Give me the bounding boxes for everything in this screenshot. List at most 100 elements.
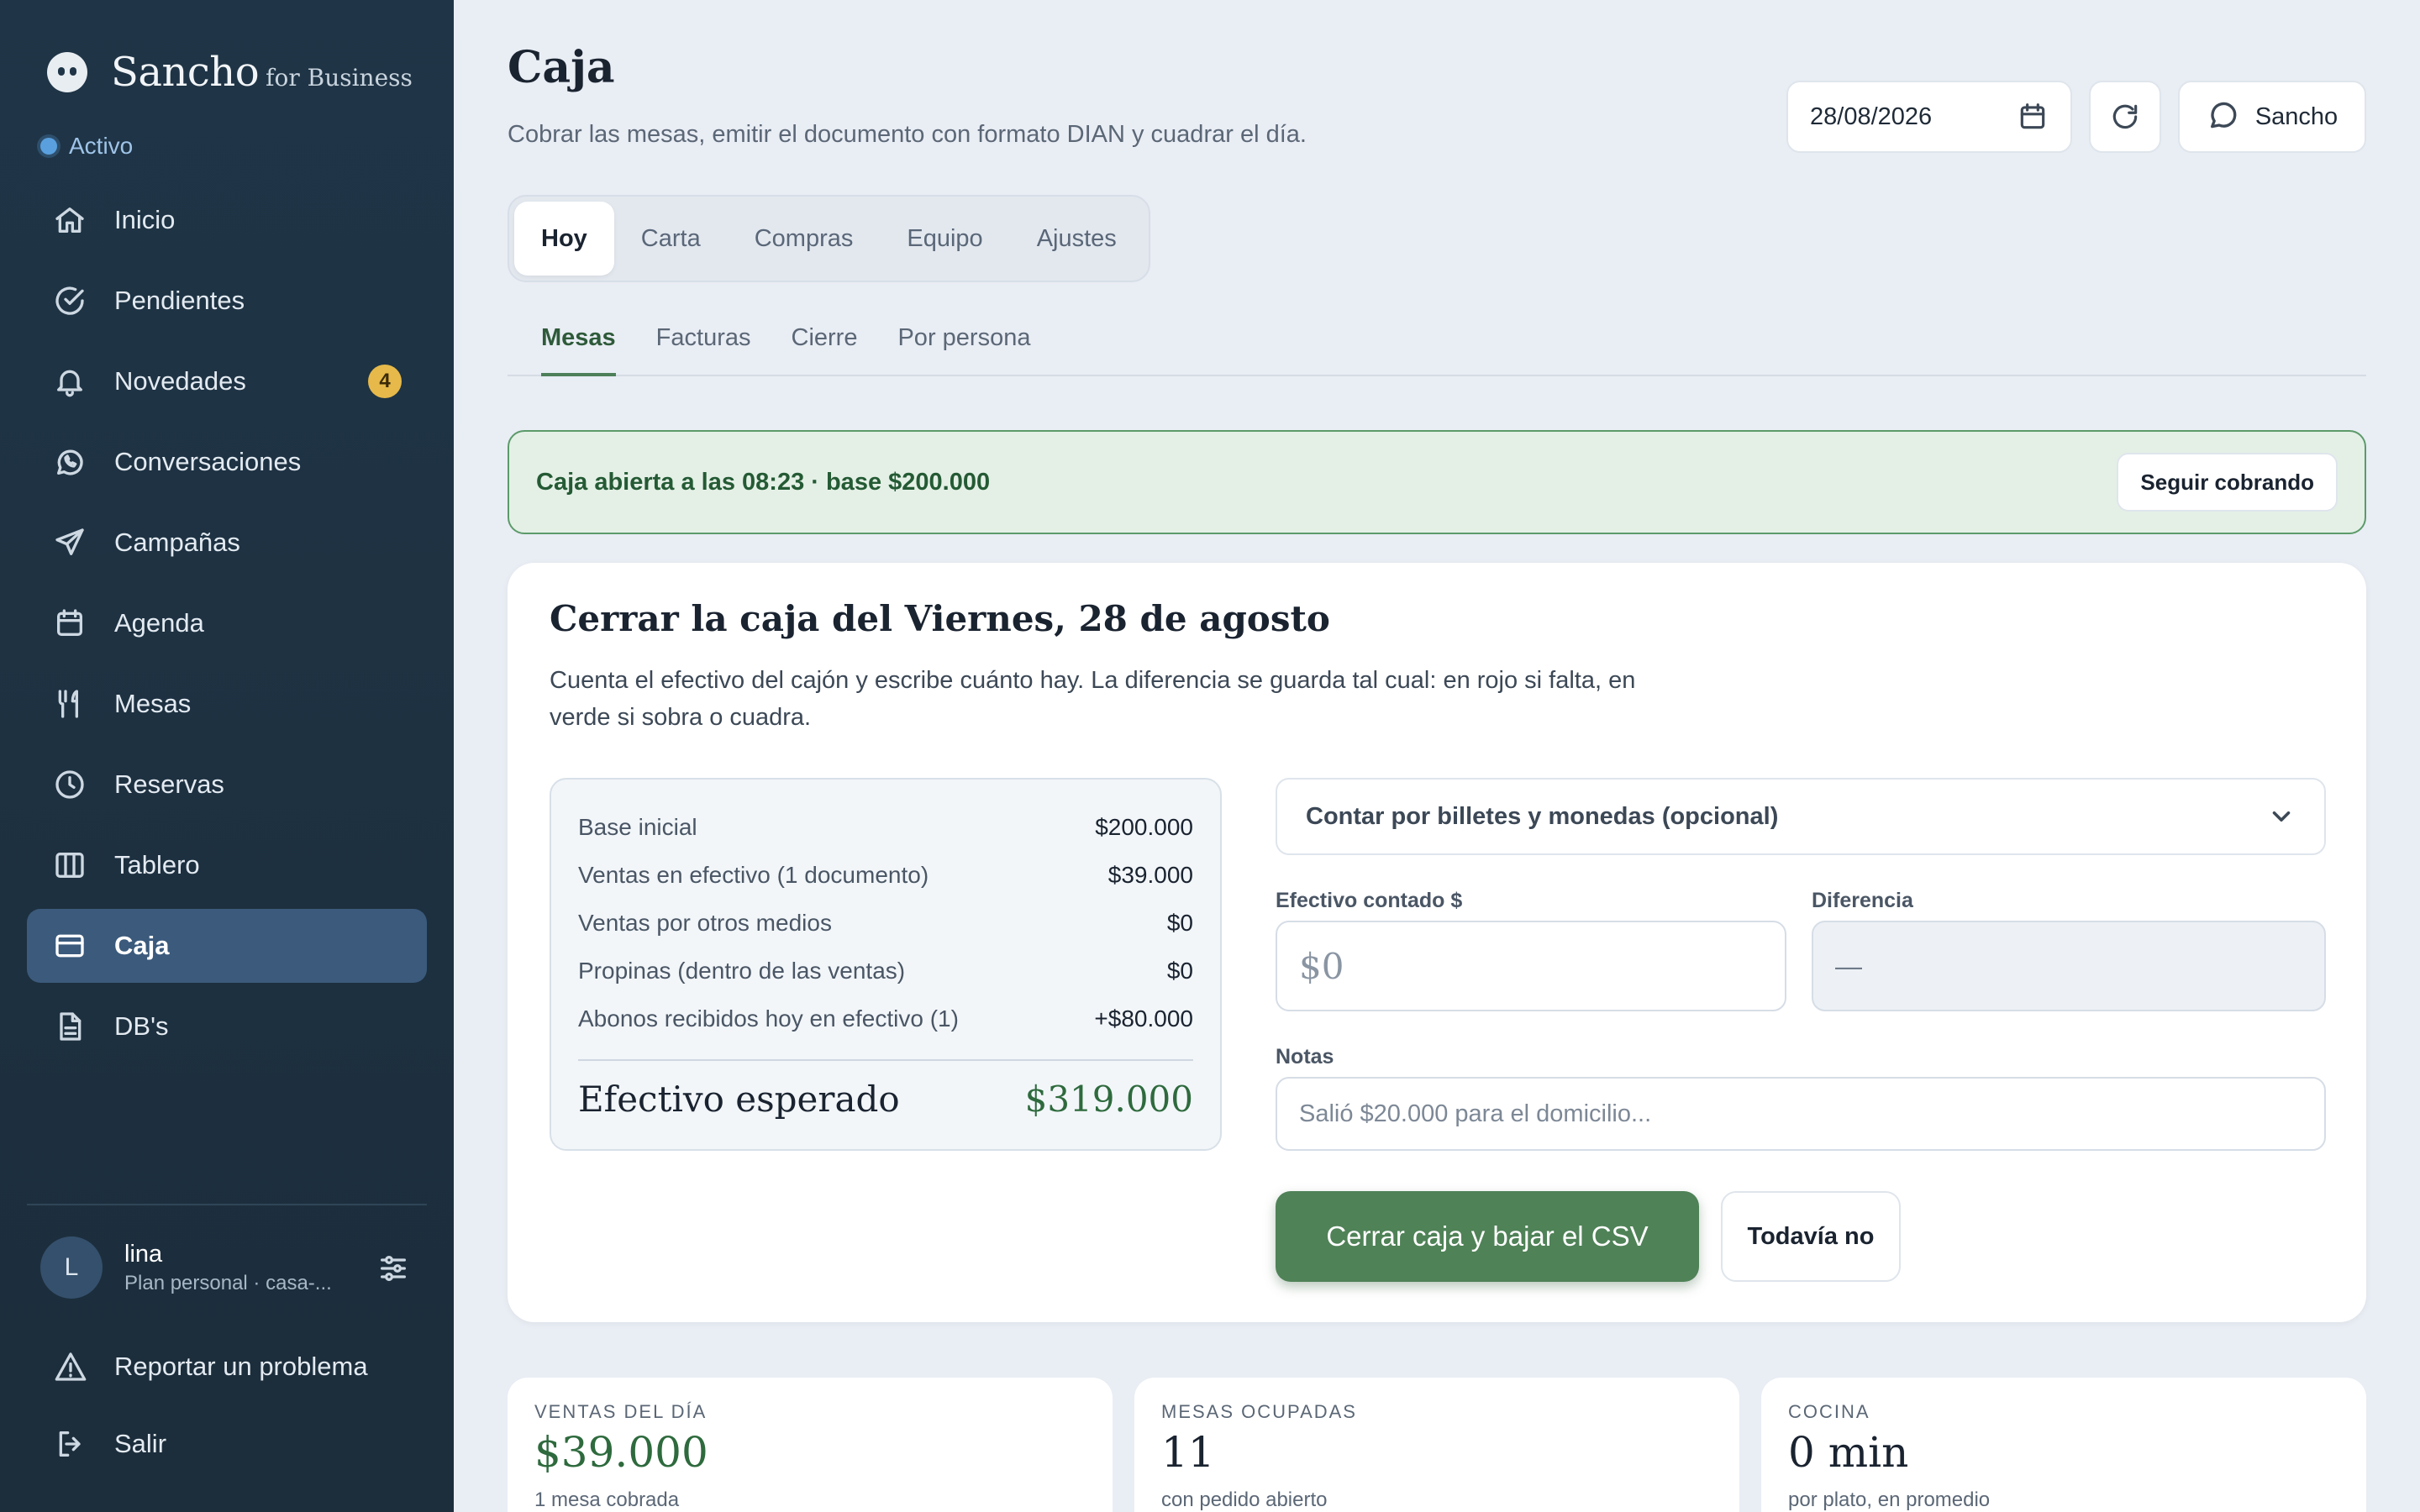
- stat-sub: 1 mesa cobrada: [534, 1488, 680, 1511]
- status-label: Activo: [69, 133, 134, 159]
- not-yet-button[interactable]: Todavía no: [1721, 1191, 1901, 1282]
- summary-value: $0: [1166, 957, 1193, 984]
- subtab-cierre[interactable]: Cierre: [792, 311, 858, 376]
- notes-label: Notas: [1276, 1045, 1334, 1068]
- sidebar-divider: [27, 1204, 427, 1205]
- stat-card-sales: VENTAS DEL DÍA $39.000 1 mesa cobrada: [508, 1378, 1113, 1512]
- summary-label: Ventas por otros medios: [578, 909, 832, 936]
- report-problem-link[interactable]: Reportar un problema: [54, 1350, 368, 1383]
- chat-icon: [2210, 102, 2237, 129]
- sidebar-item-pendientes[interactable]: Pendientes: [27, 264, 427, 338]
- clock-icon: [52, 767, 87, 802]
- continue-charging-button[interactable]: Seguir cobrando: [2117, 453, 2338, 512]
- user-plan: Plan personal · casa-...: [124, 1271, 332, 1294]
- summary-row: Ventas por otros medios $0: [578, 899, 1193, 947]
- tab-compras[interactable]: Compras: [728, 202, 881, 276]
- date-picker[interactable]: 28/08/2026: [1786, 81, 2072, 153]
- cash-summary: Base inicial $200.000 Ventas en efectivo …: [550, 778, 1222, 1151]
- date-value: 28/08/2026: [1810, 102, 1933, 130]
- home-icon: [52, 202, 87, 238]
- subtab-por-persona[interactable]: Por persona: [897, 311, 1030, 376]
- page-title: Caja: [508, 42, 615, 93]
- sidebar-item-conversaciones[interactable]: Conversaciones: [27, 425, 427, 499]
- sidebar-item-dbs[interactable]: DB's: [27, 990, 427, 1063]
- close-register-button[interactable]: Cerrar caja y bajar el CSV: [1276, 1191, 1699, 1282]
- sidebar-item-novedades[interactable]: Novedades 4: [27, 344, 427, 418]
- status-indicator: Activo: [40, 133, 133, 160]
- banner-text: Caja abierta a las 08:23 · base $200.000: [536, 468, 991, 496]
- brand-text: Sancho for Business: [111, 49, 413, 96]
- stat-value: 0 min: [1788, 1428, 1909, 1477]
- count-form: Contar por billetes y monedas (opcional)…: [1276, 778, 2326, 1282]
- stat-label: VENTAS DEL DÍA: [534, 1401, 708, 1422]
- notes-input[interactable]: Salió $20.000 para el domicilio...: [1276, 1077, 2326, 1151]
- cash-counted-label: Efectivo contado $: [1276, 889, 1463, 912]
- brand[interactable]: Sancho for Business: [47, 49, 413, 96]
- refresh-button[interactable]: [2089, 81, 2161, 153]
- sidebar-item-label: Pendientes: [114, 286, 245, 315]
- sidebar-item-label: Conversaciones: [114, 447, 302, 476]
- warning-icon: [55, 1352, 87, 1381]
- columns-icon: [52, 848, 87, 883]
- sidebar-item-label: Tablero: [114, 850, 200, 879]
- whatsapp-icon: [52, 444, 87, 480]
- tab-carta[interactable]: Carta: [614, 202, 728, 276]
- sliders-icon[interactable]: [376, 1252, 410, 1289]
- summary-value: $0: [1166, 909, 1193, 936]
- close-register-card: Cerrar la caja del Viernes, 28 de agosto…: [508, 563, 2366, 1322]
- logout-icon: [59, 1431, 81, 1457]
- send-icon: [52, 525, 87, 560]
- sidebar-item-label: Reservas: [114, 769, 224, 799]
- refresh-icon: [2112, 104, 2138, 129]
- credit-card-icon: [52, 928, 87, 963]
- sidebar-item-label: Caja: [114, 931, 170, 960]
- stat-value: $39.000: [534, 1428, 708, 1477]
- tab-hoy[interactable]: Hoy: [514, 202, 614, 276]
- expected-cash-total: Efectivo esperado $319.000: [578, 1071, 1193, 1126]
- sancho-button-label: Sancho: [2254, 102, 2338, 130]
- stat-label: MESAS OCUPADAS: [1161, 1401, 1357, 1422]
- sidebar-item-mesas[interactable]: Mesas: [27, 667, 427, 741]
- summary-divider: [578, 1059, 1193, 1061]
- summary-row: Abonos recibidos hoy en efectivo (1) +$80…: [578, 995, 1193, 1042]
- tab-ajustes[interactable]: Ajustes: [1010, 202, 1144, 276]
- sidebar-item-agenda[interactable]: Agenda: [27, 586, 427, 660]
- sidebar-item-label: Inicio: [114, 205, 176, 234]
- cash-counted-input[interactable]: $0: [1276, 921, 1786, 1011]
- status-dot-icon: [40, 138, 57, 155]
- card-title: Cerrar la caja del Viernes, 28 de agosto: [550, 598, 1330, 639]
- subtab-facturas[interactable]: Facturas: [656, 311, 751, 376]
- user-name: lina: [124, 1240, 163, 1268]
- difference-field: —: [1812, 921, 2326, 1011]
- summary-row: Base inicial $200.000: [578, 803, 1193, 851]
- stat-value: 11: [1161, 1428, 1215, 1477]
- summary-value: $200.000: [1095, 813, 1193, 840]
- tab-equipo[interactable]: Equipo: [880, 202, 1009, 276]
- denominations-dropdown[interactable]: Contar por billetes y monedas (opcional): [1276, 778, 2326, 855]
- total-value: $319.000: [1024, 1078, 1193, 1120]
- stat-card-tables: MESAS OCUPADAS 11 con pedido abierto: [1134, 1378, 1739, 1512]
- subtab-mesas[interactable]: Mesas: [541, 311, 616, 376]
- stats-row: VENTAS DEL DÍA $39.000 1 mesa cobrada ME…: [508, 1378, 2366, 1512]
- sancho-assistant-button[interactable]: Sancho: [2178, 81, 2366, 153]
- sidebar-item-reservas[interactable]: Reservas: [27, 748, 427, 822]
- summary-row: Ventas en efectivo (1 documento) $39.000: [578, 851, 1193, 899]
- sancho-logo-icon: [47, 52, 87, 92]
- sidebar-item-caja[interactable]: Caja: [27, 909, 427, 983]
- sidebar-nav: Inicio Pendientes Novedades 4 Conversaci…: [27, 183, 427, 1070]
- sidebar-item-tablero[interactable]: Tablero: [27, 828, 427, 902]
- sidebar-item-inicio[interactable]: Inicio: [27, 183, 427, 257]
- document-icon: [52, 1009, 87, 1044]
- dropdown-label: Contar por billetes y monedas (opcional): [1306, 802, 1779, 830]
- user-profile[interactable]: L lina Plan personal · casa-...: [40, 1236, 410, 1299]
- sidebar-item-campanas[interactable]: Campañas: [27, 506, 427, 580]
- sub-tabs: Mesas Facturas Cierre Por persona: [508, 311, 2366, 376]
- sidebar: Sancho for Business Activo Inicio Pendien…: [0, 0, 454, 1512]
- avatar: L: [40, 1236, 103, 1299]
- summary-label: Base inicial: [578, 813, 697, 840]
- summary-label: Ventas en efectivo (1 documento): [578, 861, 929, 888]
- sidebar-item-label: Agenda: [114, 608, 204, 638]
- sidebar-item-label: Campañas: [114, 528, 240, 557]
- calendar-icon: [52, 606, 87, 641]
- logout-link[interactable]: Salir: [54, 1427, 166, 1461]
